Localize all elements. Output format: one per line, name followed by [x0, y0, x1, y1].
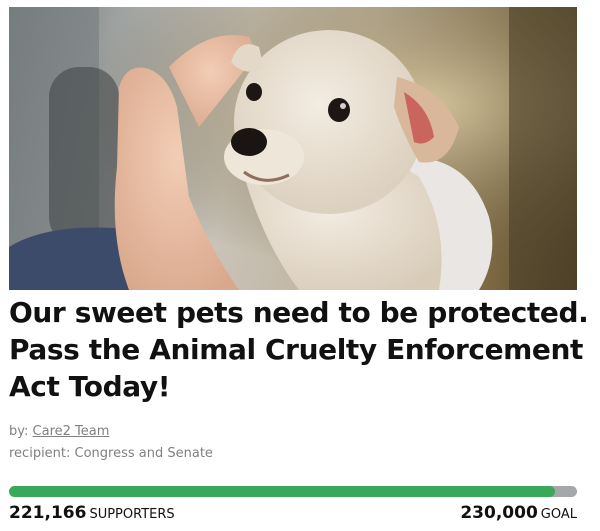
signature-progress-bar	[9, 486, 577, 497]
signature-progress-fill	[9, 486, 556, 497]
puppy-in-hands-photo	[9, 7, 577, 290]
goal-counter: 230,000 GOAL	[460, 502, 577, 526]
goal-count: 230,000	[460, 503, 538, 523]
petition-title: Our sweet pets need to be protected. Pas…	[9, 296, 589, 403]
author-link[interactable]: Care2 Team	[33, 424, 110, 439]
supporters-count: 221,166	[9, 503, 87, 523]
goal-label: GOAL	[540, 507, 577, 522]
supporters-counter: 221,166 SUPPORTERS	[9, 502, 175, 526]
petition-hero-image	[9, 7, 577, 290]
byline-prefix: by:	[9, 424, 29, 439]
supporters-label: SUPPORTERS	[89, 507, 175, 522]
petition-recipient: recipient: Congress and Senate	[9, 446, 213, 461]
petition-byline: by: Care2 Team	[9, 423, 109, 441]
